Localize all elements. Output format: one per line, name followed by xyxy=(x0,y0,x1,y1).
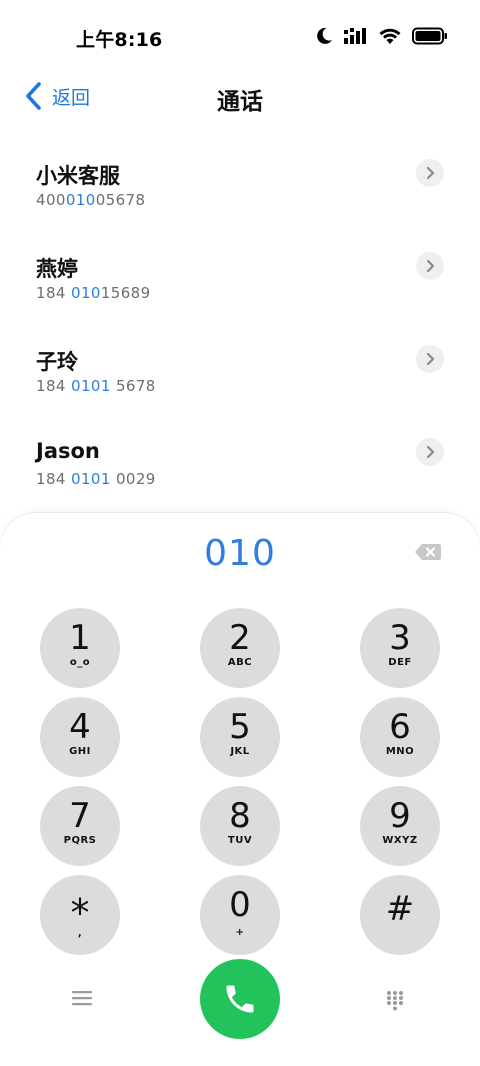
status-bar: 上午8:16 xyxy=(0,0,480,72)
key-letters: PQRS xyxy=(63,835,97,846)
dial-key-9[interactable]: 9 WXYZ xyxy=(360,786,440,866)
key-letters: DEF xyxy=(388,657,412,668)
key-digit: 3 xyxy=(389,618,411,658)
menu-icon xyxy=(72,991,92,1006)
key-letters: WXYZ xyxy=(382,835,418,846)
key-digit: 6 xyxy=(389,707,411,747)
backspace-icon xyxy=(415,544,441,560)
contact-number: 184 0101 5678 xyxy=(36,377,156,395)
dial-key-3[interactable]: 3 DEF xyxy=(360,608,440,688)
key-digit: 9 xyxy=(389,796,411,836)
dialer-panel: 010 1 o_o 2 ABC 3 DEF 4 GHI 5 JKL 6 MNO … xyxy=(0,513,480,1066)
key-letters: + xyxy=(235,927,245,938)
wifi-icon xyxy=(379,28,401,44)
contact-row[interactable]: 小米客服 40001005678 xyxy=(0,144,480,237)
dial-key-hash[interactable]: # xyxy=(360,875,440,955)
number-suffix: 05678 xyxy=(95,191,146,209)
number-suffix: 0029 xyxy=(110,470,156,488)
page-title: 通话 xyxy=(217,89,263,115)
key-digit: 1 xyxy=(69,618,91,658)
phone-icon xyxy=(226,985,254,1013)
number-prefix: 400 xyxy=(36,191,66,209)
keypad-icon xyxy=(387,991,403,1011)
key-digit: # xyxy=(385,889,415,929)
chevron-right-icon xyxy=(426,166,435,180)
contact-name: 小米客服 xyxy=(36,164,120,188)
key-digit: 0 xyxy=(229,885,251,925)
chevron-right-icon xyxy=(426,352,435,366)
number-match: 010 xyxy=(71,284,101,302)
key-digit: 4 xyxy=(69,707,91,747)
status-time: 上午8:16 xyxy=(76,29,163,51)
status-icons xyxy=(314,26,448,46)
call-button[interactable] xyxy=(200,959,280,1039)
key-letters: MNO xyxy=(385,746,415,757)
dial-key-4[interactable]: 4 GHI xyxy=(40,697,120,777)
key-letters: o_o xyxy=(69,657,91,668)
contact-number: 40001005678 xyxy=(36,191,145,209)
number-prefix: 184 xyxy=(36,284,71,302)
key-letters: GHI xyxy=(69,746,91,757)
key-letters: ABC xyxy=(227,657,253,668)
contact-number: 184 01015689 xyxy=(36,284,151,302)
dial-key-1[interactable]: 1 o_o xyxy=(40,608,120,688)
contact-detail-button[interactable] xyxy=(416,345,444,373)
contact-detail-button[interactable] xyxy=(416,159,444,187)
number-prefix: 184 xyxy=(36,377,71,395)
dial-key-8[interactable]: 8 TUV xyxy=(200,786,280,866)
number-match: 0101 xyxy=(71,470,111,488)
contact-name: 子玲 xyxy=(36,350,78,374)
moon-icon xyxy=(317,27,332,44)
contact-name: Jason xyxy=(36,439,100,463)
key-digit: * xyxy=(70,891,90,935)
chevron-right-icon xyxy=(426,445,435,459)
key-digit: 2 xyxy=(229,618,251,658)
key-letters: JKL xyxy=(230,746,250,757)
number-suffix: 5678 xyxy=(110,377,156,395)
contact-row[interactable]: 子玲 184 0101 5678 xyxy=(0,330,480,423)
keypad-toggle-button[interactable] xyxy=(386,990,404,1016)
key-digit: 7 xyxy=(69,796,91,836)
contact-name: 燕婷 xyxy=(36,257,78,281)
contact-row[interactable]: Jason 184 0101 0029 xyxy=(0,423,480,516)
contact-number: 184 0101 0029 xyxy=(36,470,156,488)
dial-key-7[interactable]: 7 PQRS xyxy=(40,786,120,866)
contact-list: 小米客服 40001005678 燕婷 184 01015689 子玲 184 … xyxy=(0,144,480,516)
battery-icon xyxy=(412,27,447,45)
contact-row[interactable]: 燕婷 184 01015689 xyxy=(0,237,480,330)
number-prefix: 184 xyxy=(36,470,71,488)
chevron-right-icon xyxy=(426,259,435,273)
dial-key-6[interactable]: 6 MNO xyxy=(360,697,440,777)
dialer-bottom-bar xyxy=(0,959,480,1039)
key-letters: TUV xyxy=(227,835,253,846)
key-digit: 5 xyxy=(229,707,251,747)
dial-key-star[interactable]: * , xyxy=(40,875,120,955)
number-match: 010 xyxy=(65,191,96,209)
dial-key-0[interactable]: 0 + xyxy=(200,875,280,955)
menu-button[interactable] xyxy=(72,989,92,1011)
dial-key-5[interactable]: 5 JKL xyxy=(200,697,280,777)
header: 返回 通话 xyxy=(0,72,480,120)
contact-detail-button[interactable] xyxy=(416,438,444,466)
contact-detail-button[interactable] xyxy=(416,252,444,280)
key-letters: , xyxy=(77,928,83,939)
key-digit: 8 xyxy=(229,796,251,836)
backspace-button[interactable] xyxy=(414,543,442,565)
dial-input-display[interactable]: 010 xyxy=(0,533,480,574)
number-suffix: 15689 xyxy=(100,284,151,302)
dial-key-2[interactable]: 2 ABC xyxy=(200,608,280,688)
number-match: 0101 xyxy=(71,377,111,395)
signal-icon xyxy=(344,28,366,44)
